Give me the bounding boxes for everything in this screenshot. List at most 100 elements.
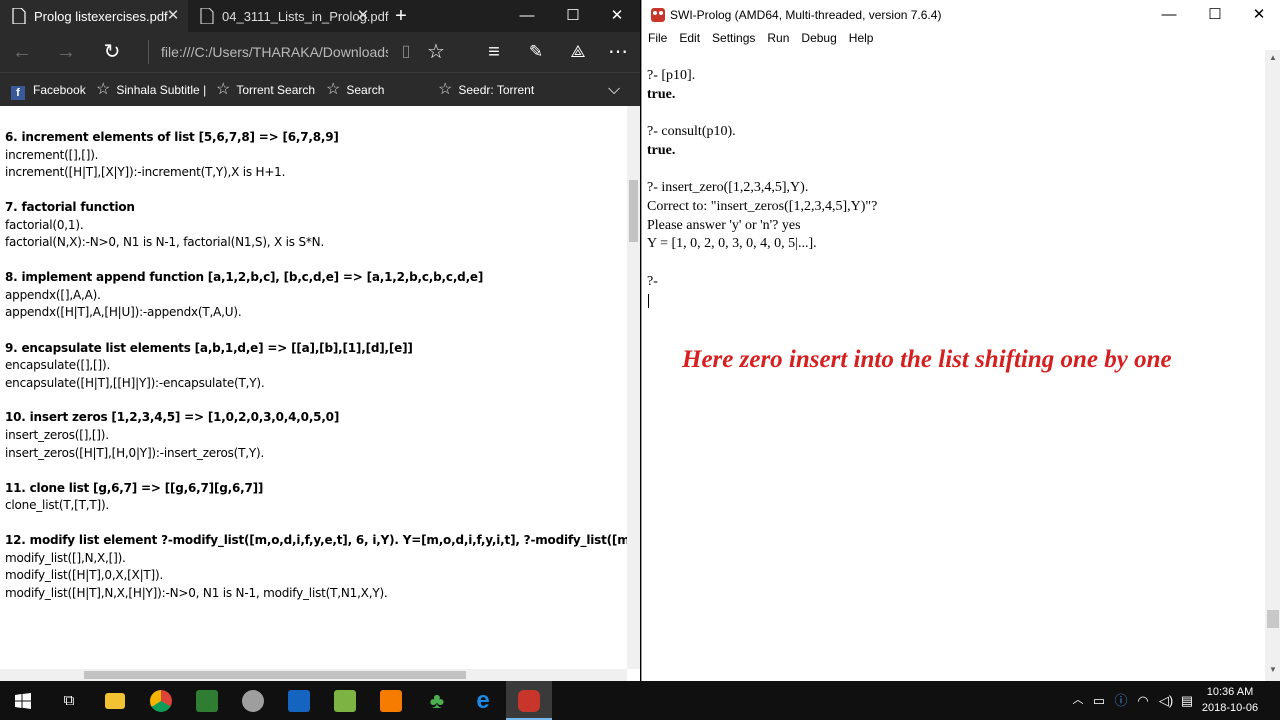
menu-settings[interactable]: Settings [706,30,761,50]
star-icon: ☆ [326,81,341,98]
scroll-down-icon[interactable]: ▼ [1265,662,1280,678]
text-caret [648,294,649,308]
edge-icon[interactable]: e [460,681,506,720]
doc-code-line: modify_list([H|T],N,X,[H|Y]):-N>0, N1 is… [5,586,388,600]
favorite-sinhala-subtitle[interactable]: ☆ Sinhala Subtitle | [96,73,206,107]
doc-heading: 9. encapsulate list elements [a,b,1,d,e]… [5,341,413,355]
address-bar[interactable]: file:///C:/Users/THARAKA/Downloads/Dc [148,40,388,64]
new-tab-button[interactable]: + [378,0,424,32]
doc-code-line: insert_zeros([H|T],[H,0|Y]):-insert_zero… [5,446,265,460]
volume-icon[interactable]: ◁) [1156,681,1176,720]
app-icon[interactable] [184,681,230,720]
hub-icon[interactable]: ≡ [472,32,516,72]
swi-prolog-icon [651,8,665,22]
console-line: Correct to: "insert_zeros([1,2,3,4,5],Y)… [647,199,878,214]
chrome-icon[interactable] [138,681,184,720]
favorite-facebook[interactable]: f Facebook [11,73,86,107]
star-icon: ☆ [96,81,111,98]
scroll-thumb[interactable] [1267,610,1279,628]
menu-run[interactable]: Run [761,30,795,50]
console-line: Y = [1, 0, 2, 0, 3, 0, 4, 0, 5|...]. [647,236,817,251]
console-prompt: ?- [647,274,658,289]
favorite-torrent-search[interactable]: ☆ Torrent Search [216,73,315,107]
start-icon[interactable] [0,681,46,720]
star-icon: ☆ [216,81,231,98]
console-line: true. [647,87,676,102]
clock-date: 2018-10-06 [1201,702,1259,714]
maximize-button[interactable]: ☐ [550,0,596,32]
chevron-down-icon[interactable]: ⌵ [608,73,620,107]
favorite-search[interactable]: ☆ Search [326,73,384,107]
back-arrow-icon[interactable]: ← [0,32,44,72]
menu-debug[interactable]: Debug [795,30,842,50]
media-player-icon[interactable] [368,681,414,720]
scroll-thumb[interactable] [84,671,466,679]
facebook-icon: f [11,86,25,100]
clock-time: 10:36 AM [1206,686,1254,698]
menu-file[interactable]: File [642,30,673,50]
notification-icon[interactable]: ▤ [1178,681,1196,720]
close-button[interactable]: ✕ [1236,0,1280,30]
close-button[interactable]: ✕ [594,0,640,32]
doc-code-line: modify_list([H|T],0,X,[X|T]). [5,568,164,582]
file-explorer-icon[interactable] [92,681,138,720]
scroll-up-icon[interactable]: ▲ [1265,50,1280,66]
doc-code-line: appendx([],A,A). [5,288,101,302]
favorites-bar: f Facebook ☆ Sinhala Subtitle | ☆ Torrent S… [0,72,640,106]
app-icon[interactable] [276,681,322,720]
task-view-icon[interactable]: ⧉ [46,681,92,720]
scroll-thumb[interactable] [629,180,638,242]
share-icon[interactable]: ⟁ [556,32,600,72]
maximize-button[interactable]: ☐ [1192,0,1238,30]
info-icon[interactable]: ⓘ [1112,681,1130,720]
tab-lists-in-prolog[interactable]: 04_3111_Lists_in_Prolog.pdf ✕ [188,0,388,32]
favorite-seedr[interactable]: ☆ Seedr: Torrent [438,73,534,107]
window-title: SWI-Prolog (AMD64, Multi-threaded, versi… [670,8,942,22]
doc-heading: 10. insert zeros [1,2,3,4,5] => [1,0,2,0… [5,410,340,424]
doc-heading: 11. clone list [g,6,7] => [[g,6,7][g,6,7… [5,481,264,495]
refresh-icon[interactable]: ↻ [90,32,134,72]
console-line: ?- [p10]. [647,68,696,83]
menu-edit[interactable]: Edit [673,30,706,50]
doc-code-line: insert_zeros([],[]). [5,428,109,442]
browser-window: Prolog listexercises.pdf ✕ 04_3111_Lists… [0,0,640,681]
web-note-icon[interactable]: ✎ [514,32,558,72]
prolog-console[interactable]: ?- [p10]. true. ?- consult(p10). true. ?… [642,50,1265,681]
favorite-star-icon[interactable]: ☆ [414,32,458,72]
horizontal-scrollbar[interactable] [0,669,627,681]
chevron-up-icon[interactable]: ︿ [1070,681,1086,720]
doc-code-line: encapsulate([],[]). [5,358,111,372]
doc-code-line: factorial(N,X):-N>0, N1 is N-1, factoria… [5,235,325,249]
tab-bar: Prolog listexercises.pdf ✕ 04_3111_Lists… [0,0,640,32]
system-clock[interactable]: 10:36 AM 2018-10-06 [1196,684,1264,716]
app-icon[interactable] [230,681,276,720]
console-line: true. [647,143,676,158]
minimize-button[interactable]: — [1146,0,1192,30]
console-line: ?- insert_zero([1,2,3,4,5],Y). [647,180,809,195]
battery-icon[interactable]: ▭ [1090,681,1108,720]
navigation-bar: ← → ↻ file:///C:/Users/THARAKA/Downloads… [0,32,640,72]
doc-heading: 7. factorial function [5,200,135,214]
app-icon[interactable] [322,681,368,720]
tab-prolog-listexercises[interactable]: Prolog listexercises.pdf ✕ [0,0,188,32]
close-tab-icon[interactable]: ✕ [164,7,182,25]
vertical-scrollbar[interactable] [627,106,640,669]
close-tab-icon[interactable]: ✕ [354,7,372,25]
forward-arrow-icon[interactable]: → [44,32,88,72]
swi-prolog-icon[interactable] [506,681,552,720]
doc-code-line: clone_list(T,[T,T]). [5,498,110,512]
menu-help[interactable]: Help [843,30,880,50]
doc-heading: 8. implement append function [a,1,2,b,c]… [5,270,484,284]
doc-code-line: appendx([H|T],A,[H|U]):-appendx(T,A,U). [5,305,242,319]
star-icon: ☆ [438,81,453,98]
more-icon[interactable]: ⋯ [596,32,640,72]
tab-title: Prolog listexercises.pdf [34,8,168,24]
doc-heading: 6. increment elements of list [5,6,7,8] … [5,130,339,144]
pdf-icon [12,7,26,25]
vertical-scrollbar[interactable]: ▲ ▼ [1265,50,1280,681]
clover-icon[interactable]: ♣ [414,681,460,720]
minimize-button[interactable]: — [504,0,550,32]
swi-prolog-window: SWI-Prolog (AMD64, Multi-threaded, versi… [641,0,1280,681]
wifi-icon[interactable]: ◠ [1134,681,1152,720]
doc-code-line: encapsulate([H|T],[[H]|Y]):-encapsulate(… [5,376,265,390]
